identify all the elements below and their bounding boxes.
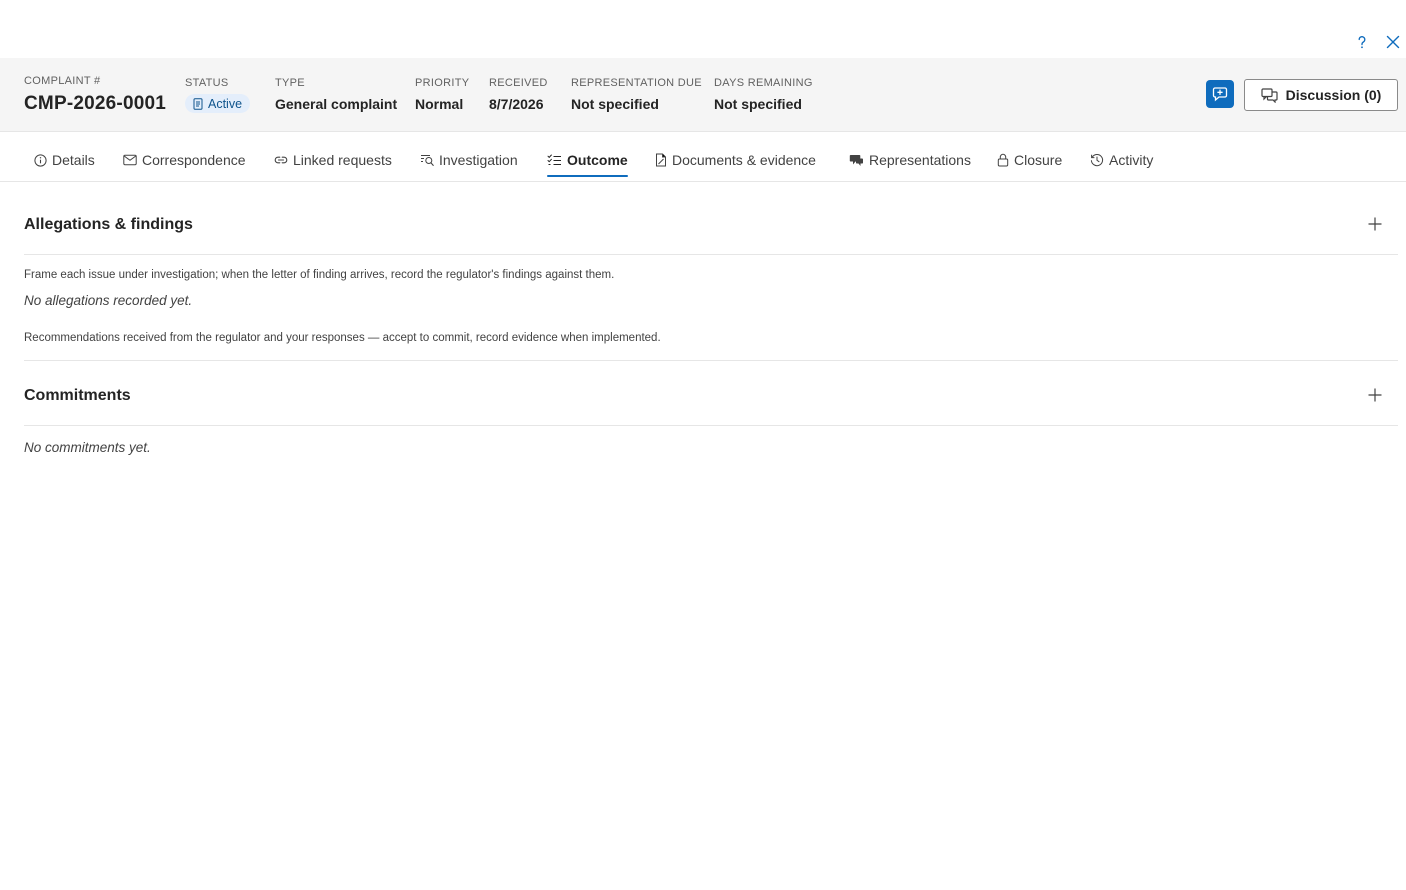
tab-details-label: Details (52, 152, 95, 168)
discussion-label: Discussion (0) (1285, 87, 1382, 103)
tab-correspondence[interactable]: Correspondence (123, 144, 246, 176)
complaint-number-value: CMP-2026-0001 (24, 93, 167, 114)
info-icon (34, 153, 47, 167)
allegations-divider (24, 254, 1398, 255)
received-label: RECEIVED (489, 77, 548, 89)
chat-icon (1212, 87, 1228, 102)
tab-documents-evidence-label: Documents & evidence (672, 152, 816, 168)
allegations-section-title: Allegations & findings (24, 216, 193, 233)
checklist-icon (547, 154, 561, 166)
discussion-button[interactable]: Discussion (0) (1244, 79, 1398, 111)
recommendations-divider (24, 360, 1398, 361)
allegations-empty-message: No allegations recorded yet. (24, 293, 193, 308)
plus-icon (1368, 217, 1382, 231)
complaint-number-label: COMPLAINT # (24, 75, 101, 87)
investigation-icon (421, 154, 434, 166)
priority-value: Normal (415, 96, 464, 112)
priority-label: PRIORITY (415, 77, 470, 89)
lock-icon (997, 153, 1009, 167)
tab-closure-label: Closure (1014, 152, 1063, 168)
tab-correspondence-label: Correspondence (142, 152, 246, 168)
received-value: 8/7/2026 (489, 96, 544, 112)
add-commitment-button[interactable] (1365, 385, 1385, 405)
commitments-section-title: Commitments (24, 387, 131, 404)
representation-due-value: Not specified (571, 96, 659, 112)
days-remaining-label: DAYS REMAINING (714, 77, 813, 89)
type-value: General complaint (275, 96, 398, 112)
tab-investigation[interactable]: Investigation (420, 144, 518, 176)
tab-representations-label: Representations (869, 152, 971, 168)
tab-documents-evidence[interactable]: Documents & evidence (655, 144, 816, 176)
active-tab-indicator (547, 175, 628, 177)
plus-icon (1368, 388, 1382, 402)
tab-bar: Details Correspondence Linked requests I… (0, 132, 1406, 182)
recommendations-hint: Recommendations received from the regula… (24, 332, 661, 344)
close-button[interactable] (1381, 30, 1405, 54)
discussion-icon (1261, 87, 1278, 103)
add-allegation-button[interactable] (1365, 214, 1385, 234)
help-button[interactable] (1350, 30, 1374, 54)
commitments-empty-message: No commitments yet. (24, 440, 151, 455)
days-remaining-value: Not specified (714, 96, 802, 112)
tab-details[interactable]: Details (34, 144, 95, 176)
type-label: TYPE (275, 77, 305, 89)
tab-outcome[interactable]: Outcome (547, 144, 628, 177)
allegations-hint: Frame each issue under investigation; wh… (24, 269, 615, 281)
tab-linked-requests-label: Linked requests (293, 152, 392, 168)
document-icon (656, 153, 666, 167)
chat-button[interactable] (1206, 80, 1234, 108)
tab-closure[interactable]: Closure (997, 144, 1062, 176)
tab-linked-requests[interactable]: Linked requests (274, 144, 392, 176)
status-label: STATUS (185, 77, 229, 89)
status-badge: Active (185, 94, 251, 113)
representation-due-label: REPRESENTATION DUE (571, 77, 702, 89)
document-status-icon (193, 97, 203, 110)
window-topbar (0, 0, 1406, 58)
tab-investigation-label: Investigation (439, 152, 518, 168)
close-icon (1386, 35, 1400, 49)
tab-outcome-label: Outcome (567, 152, 628, 168)
tab-activity[interactable]: Activity (1090, 144, 1153, 176)
mail-icon (123, 154, 137, 166)
tab-representations[interactable]: Representations (849, 144, 971, 176)
history-icon (1090, 153, 1104, 167)
status-value: Active (208, 96, 243, 111)
representations-icon (849, 154, 863, 166)
commitments-divider (24, 425, 1398, 426)
question-mark-icon (1358, 36, 1366, 49)
record-header: COMPLAINT # CMP-2026-0001 STATUS Active … (0, 58, 1406, 132)
link-icon (274, 156, 288, 164)
tab-activity-label: Activity (1109, 152, 1154, 168)
